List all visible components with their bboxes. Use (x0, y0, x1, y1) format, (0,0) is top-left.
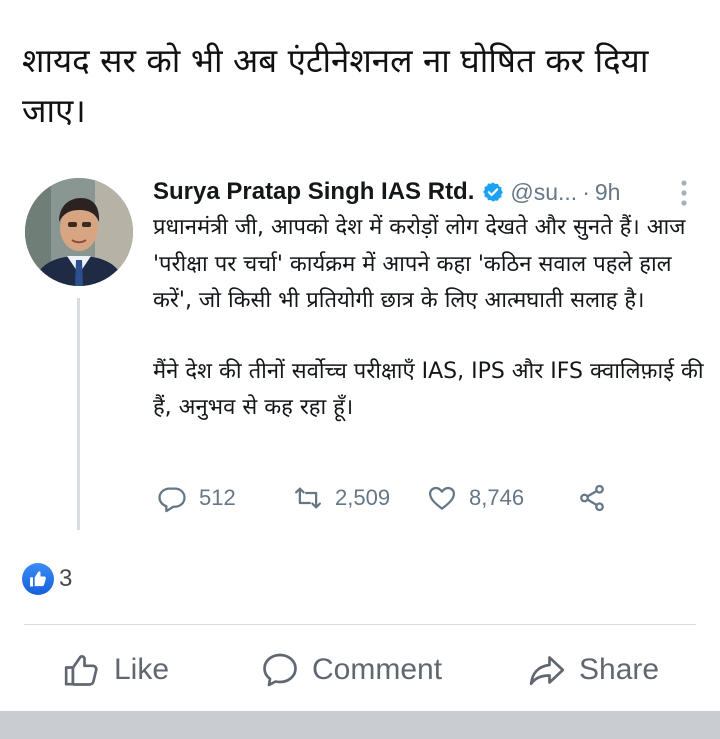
author-handle[interactable]: @su... (510, 179, 577, 206)
tweet-paragraph: प्रधानमंत्री जी, आपको देश में करोड़ों लो… (153, 215, 686, 313)
more-options-icon[interactable] (678, 178, 690, 208)
like-icon (64, 655, 98, 686)
reaction-count: 3 (59, 565, 73, 592)
retweet-count: 2,509 (335, 485, 391, 510)
tweet-text: प्रधानमंत्री जी, आपको देश में करोड़ों लो… (153, 210, 708, 427)
comment-icon (263, 653, 297, 687)
like-label: Like (114, 653, 170, 686)
author-avatar[interactable] (25, 178, 133, 286)
share-button[interactable]: Share (527, 640, 659, 700)
tweet-header: Surya Pratap Singh IAS Rtd. @su... · 9h (153, 176, 620, 208)
retweet-icon (295, 487, 321, 509)
author-name[interactable]: Surya Pratap Singh IAS Rtd. (153, 178, 474, 206)
thumbs-up-icon (22, 563, 54, 595)
header-separator: · (582, 178, 590, 205)
tweet-time[interactable]: 9h (595, 179, 621, 206)
verified-badge-icon (482, 181, 504, 203)
share-icon (580, 484, 604, 512)
embedded-tweet[interactable]: Surya Pratap Singh IAS Rtd. @su... · 9h … (0, 160, 720, 538)
action-divider (24, 624, 696, 625)
tweet-paragraph: मैंने देश की तीनों सर्वोच्च परीक्षाएँ IA… (153, 358, 704, 421)
heart-icon (429, 486, 455, 510)
post-caption: शायद सर को भी अब एंटीनेशनल ना घोषित कर द… (22, 41, 649, 130)
share-label: Share (579, 653, 660, 686)
comment-button[interactable]: Comment (260, 640, 442, 700)
like-count: 8,746 (469, 485, 525, 510)
like-button[interactable]: Like (62, 640, 169, 700)
reply-icon (158, 487, 186, 513)
post-action-bar: Like Comment Share (0, 640, 720, 700)
feed-separator (0, 711, 720, 739)
reply-count: 512 (199, 485, 236, 510)
tweet-actions: 512 2,509 8,746 (157, 482, 607, 514)
reply-button[interactable]: 512 (157, 483, 293, 513)
avatar-photo (25, 178, 133, 286)
share-arrow-icon (529, 656, 565, 686)
thread-line (77, 298, 80, 530)
reaction-summary[interactable]: 3 (22, 563, 72, 595)
comment-label: Comment (312, 653, 443, 686)
retweet-button[interactable]: 2,509 (293, 483, 427, 513)
tweet-share-button[interactable] (577, 483, 607, 513)
tweet-like-button[interactable]: 8,746 (427, 483, 577, 513)
